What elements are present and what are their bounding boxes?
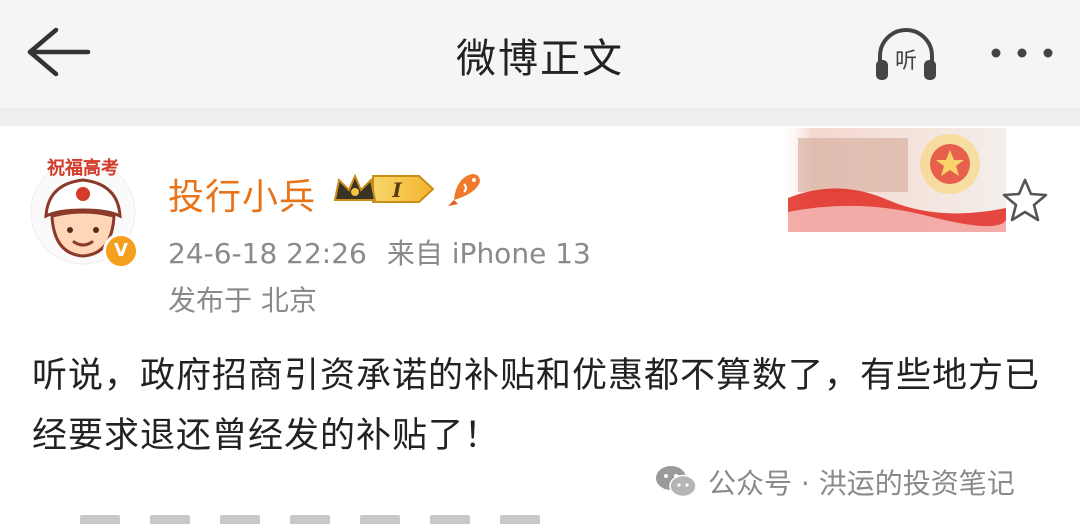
more-dots-icon[interactable]	[990, 38, 1054, 68]
post-content: 听说，政府招商引资承诺的补贴和优惠都不算数了，有些地方已经要求退还曾经发的补贴了…	[32, 356, 1041, 456]
avatar-caption: 祝福高考	[47, 157, 119, 179]
truncated-next-line	[80, 512, 620, 524]
favorite-star-icon[interactable]	[1000, 176, 1050, 224]
watermark: 公众号 · 洪运的投资笔记	[654, 462, 1015, 502]
card-background-decoration	[778, 128, 1006, 232]
member-crown-badge[interactable]: I	[333, 170, 437, 208]
post-meta: 24-6-18 22:26 来自 iPhone 13	[168, 232, 611, 272]
top-nav-bar: 微博正文 听	[0, 0, 1080, 108]
headphones-icon[interactable]: 听	[872, 26, 940, 84]
watermark-text: 公众号 · 洪运的投资笔记	[708, 467, 1015, 500]
member-level: I	[391, 178, 402, 202]
post-location: 发布于 北京	[168, 284, 317, 317]
post-timestamp: 24-6-18 22:26	[168, 237, 367, 270]
koi-fish-icon	[448, 174, 480, 206]
section-divider	[0, 108, 1080, 126]
verified-badge: V	[103, 233, 139, 269]
wechat-icon	[656, 466, 697, 498]
author-name[interactable]: 投行小兵	[168, 168, 316, 220]
listen-label: 听	[895, 49, 917, 74]
post-source: 来自 iPhone 13	[386, 237, 591, 270]
